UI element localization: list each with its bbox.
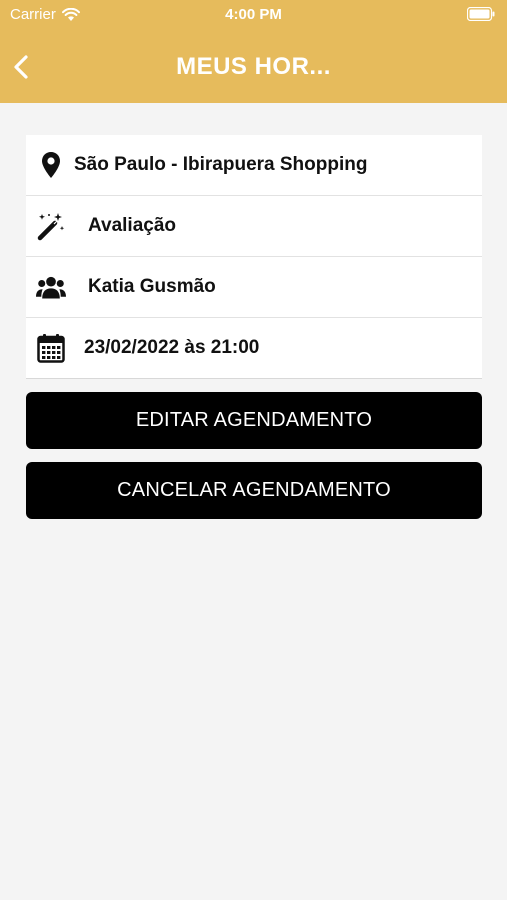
edit-appointment-button[interactable]: EDITAR AGENDAMENTO	[26, 392, 482, 449]
professional-row: Katia Gusmão	[26, 257, 482, 318]
navigation-bar: MEUS HOR...	[0, 40, 507, 94]
cancel-appointment-button[interactable]: CANCELAR AGENDAMENTO	[26, 462, 482, 519]
page-title: MEUS HOR...	[176, 53, 331, 80]
header-bar: Carrier 4:00 PM MEUS HOR...	[0, 0, 507, 103]
status-time: 4:00 PM	[225, 6, 282, 23]
service-text: Avaliação	[88, 215, 177, 236]
location-row: São Paulo - Ibirapuera Shopping	[26, 135, 482, 196]
datetime-row: 23/02/2022 às 21:00	[26, 318, 482, 379]
professional-text: Katia Gusmão	[88, 276, 216, 297]
location-text: São Paulo - Ibirapuera Shopping	[74, 154, 368, 175]
calendar-icon	[36, 333, 66, 363]
datetime-text: 23/02/2022 às 21:00	[84, 337, 260, 358]
appointment-details-card: São Paulo - Ibirapuera Shopping Avaliaçã…	[26, 135, 482, 379]
status-bar: Carrier 4:00 PM	[0, 0, 507, 28]
users-icon	[36, 272, 66, 302]
battery-icon	[467, 7, 495, 21]
magic-wand-icon	[36, 211, 66, 241]
service-row: Avaliação	[26, 196, 482, 257]
location-pin-icon	[36, 150, 66, 180]
